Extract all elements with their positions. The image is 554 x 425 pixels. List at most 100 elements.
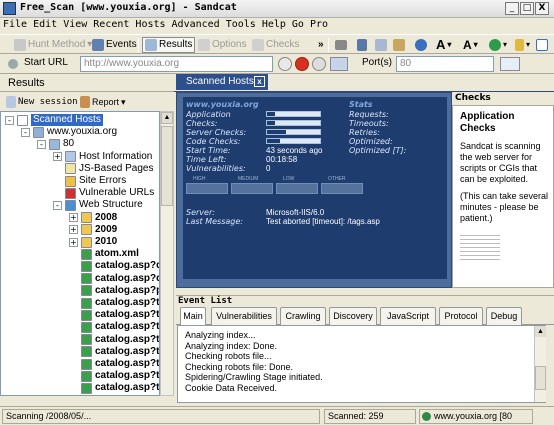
new-session-button[interactable]: New session [4, 94, 80, 110]
last-message-label: Last Message: [186, 217, 243, 226]
scroll-up-icon[interactable]: ▲ [161, 112, 173, 124]
label-checks: Checks: [186, 119, 218, 128]
tree-item[interactable]: atom.xml [69, 248, 139, 260]
tree-item[interactable]: catalog.asp?da [69, 273, 159, 285]
label-optimized-t: Optimized [T]: [349, 146, 407, 155]
tree-item[interactable]: +2009 [69, 224, 117, 236]
font-size-decrease-icon[interactable]: A ▾ [461, 37, 480, 53]
severity-label-high: HIGH [193, 176, 206, 182]
resize-grip[interactable] [535, 409, 552, 424]
tab-main[interactable]: Main [180, 307, 206, 326]
cut-icon[interactable] [355, 37, 369, 53]
tree-item[interactable]: catalog.asp?ta [69, 358, 159, 370]
menu-file[interactable]: File [0, 18, 30, 31]
collapse-icon[interactable]: - [21, 127, 30, 137]
tree-item[interactable]: - Web Structure [53, 199, 143, 211]
copy-icon[interactable] [373, 37, 389, 53]
tab-crawling[interactable]: Crawling [280, 307, 326, 325]
expand-icon[interactable]: + [53, 152, 62, 162]
event-log-scrollbar[interactable]: ▲ [534, 326, 546, 402]
close-tab-icon[interactable]: x [254, 76, 265, 87]
tree-item[interactable]: Site Errors [53, 175, 126, 187]
print-icon[interactable] [333, 37, 349, 53]
vulnerabilities-value: 0 [266, 164, 271, 173]
tree-item[interactable]: JS-Based Pages [53, 163, 154, 175]
tree-item[interactable]: Vulnerable URLs [53, 187, 154, 199]
pause-scan-icon[interactable] [312, 57, 326, 71]
tree-item-label: catalog.asp?ta [95, 333, 160, 345]
start-scan-icon[interactable] [278, 57, 292, 71]
tab-scanned-hosts[interactable]: Scanned Hosts x [176, 74, 268, 90]
scan-options-icon[interactable] [330, 57, 348, 71]
checks-button[interactable]: Checks [250, 37, 301, 53]
menu-go-pro[interactable]: Go Pro [289, 18, 331, 31]
refresh-icon[interactable] [500, 57, 520, 71]
collapse-icon[interactable]: - [53, 200, 62, 210]
close-button[interactable]: X [535, 2, 549, 15]
expand-icon[interactable]: + [69, 225, 78, 235]
maximize-button[interactable]: □ [520, 2, 534, 15]
events-button[interactable]: Events [90, 37, 139, 53]
ports-input[interactable]: 80 [396, 56, 494, 72]
tree-item[interactable]: +2008 [69, 212, 117, 224]
tab-vulnerabilities[interactable]: Vulnerabilities [211, 307, 277, 325]
hunt-method-button[interactable]: Hunt Method ▾ [12, 37, 94, 53]
tree-item[interactable]: catalog.asp?ta [69, 309, 159, 321]
results-icon [145, 39, 157, 51]
menu-advanced[interactable]: Advanced [169, 18, 223, 31]
tree-scrollbar[interactable]: ▲ [160, 111, 174, 396]
tree-item-label: catalog.asp?ta [95, 382, 160, 394]
tree-item[interactable]: catalog.asp?ta [69, 370, 159, 382]
tab-debug[interactable]: Debug [486, 307, 522, 325]
results-button[interactable]: Results [142, 37, 196, 53]
scanned-hosts-icon [17, 114, 28, 126]
tree-item[interactable]: catalog.asp?ta [69, 346, 159, 358]
tree-item[interactable]: catalog.asp?ta [69, 321, 159, 333]
scroll-thumb[interactable] [161, 126, 173, 206]
collapse-icon[interactable]: - [5, 115, 14, 125]
key-icon[interactable]: ▾ [513, 37, 532, 53]
tree-item[interactable]: catalog.asp?ta [69, 382, 160, 394]
undo-icon[interactable] [413, 37, 429, 53]
tree-item[interactable]: catalog.asp?da [69, 260, 159, 272]
report-button[interactable]: Report ▾ [78, 94, 128, 110]
google-icon[interactable] [534, 37, 550, 53]
expand-icon[interactable]: + [69, 213, 78, 223]
start-url-input[interactable]: http://www.youxia.org [80, 56, 273, 72]
web-icon[interactable]: ▾ [487, 37, 509, 53]
tab-discovery[interactable]: Discovery [329, 307, 377, 325]
toolbar-overflow-button[interactable]: » [316, 37, 326, 53]
collapse-icon[interactable]: - [37, 139, 46, 149]
menu-help[interactable]: Help [259, 18, 289, 31]
tab-javascript[interactable]: JavaScript [380, 307, 436, 325]
tab-protocol[interactable]: Protocol [439, 307, 483, 325]
tree-item[interactable]: catalog.asp?ta [69, 333, 160, 346]
stop-scan-icon[interactable] [295, 57, 309, 71]
menu-view[interactable]: View [60, 18, 90, 31]
font-size-increase-icon[interactable]: A ▾ [434, 37, 453, 53]
minimize-button[interactable]: _ [505, 2, 519, 15]
tree-item[interactable]: - Scanned Hosts [5, 114, 103, 126]
status-message: Scanning /2008/05/... [2, 409, 320, 424]
tree-item-label: Scanned Hosts [31, 114, 103, 126]
results-tree[interactable]: - Scanned Hosts - www.youxia.org -80 + Host In… [0, 111, 160, 396]
tree-item[interactable]: catalog.asp?ta [69, 297, 160, 309]
paste-icon[interactable] [391, 37, 407, 53]
settings-icon[interactable] [8, 59, 18, 69]
options-button[interactable]: Options [196, 37, 248, 53]
menu-recent-hosts[interactable]: Recent Hosts [90, 18, 168, 31]
tree-item[interactable]: +2010 [69, 236, 117, 248]
tree-item[interactable]: + Host Information [53, 151, 152, 163]
tree-item[interactable]: - 80 [37, 138, 74, 150]
event-log: Analyzing index... Analyzing index: Done… [177, 325, 546, 403]
checks-panel: Application Checks Sandcat is scanning t… [452, 92, 554, 288]
menu-tools[interactable]: Tools [223, 18, 259, 31]
expand-icon[interactable]: + [69, 237, 78, 247]
menu-edit[interactable]: Edit [30, 18, 60, 31]
scroll-thumb[interactable] [535, 366, 546, 390]
tree-item-label: catalog.asp?ta [95, 297, 160, 308]
tree-item[interactable]: catalog.asp?pa [69, 285, 159, 297]
window-title: Free_Scan [www.youxia.org] - Sandcat [20, 2, 237, 13]
scroll-up-icon[interactable]: ▲ [535, 326, 546, 337]
tree-item[interactable]: - www.youxia.org [21, 126, 117, 138]
